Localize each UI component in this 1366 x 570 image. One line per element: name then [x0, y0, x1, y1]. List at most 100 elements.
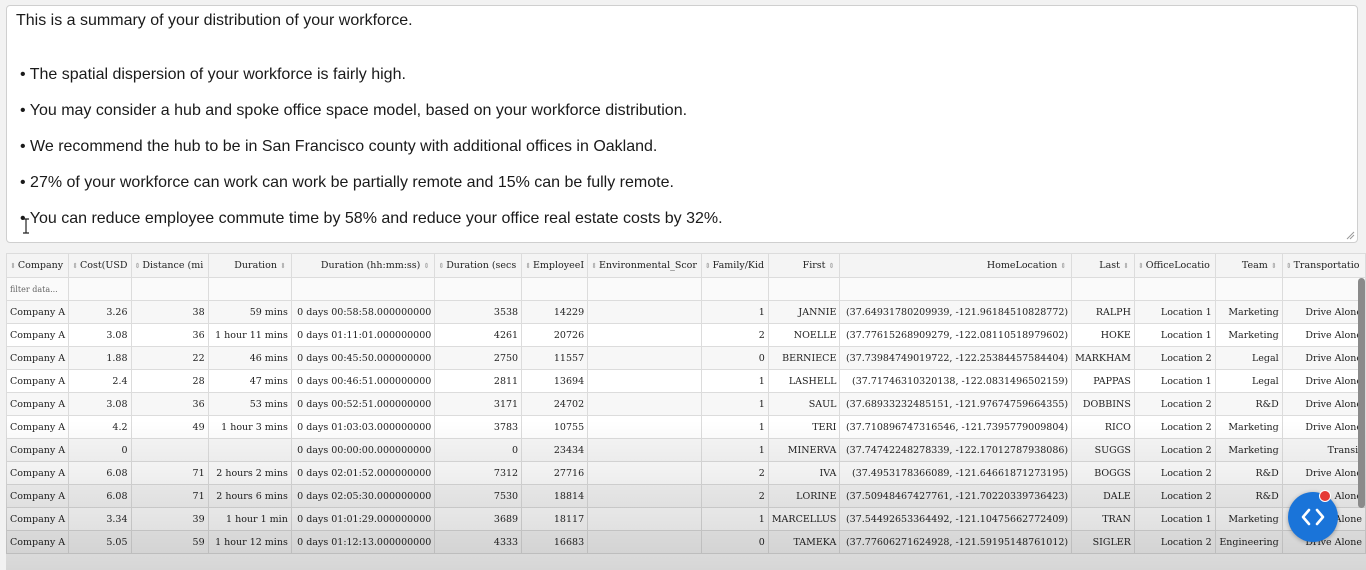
table-cell: 18117: [521, 507, 589, 531]
table-cell: 4333: [434, 530, 523, 554]
column-header[interactable]: Last ⇕: [1071, 253, 1135, 278]
table-cell: HOKE: [1071, 323, 1135, 347]
filter-input[interactable]: [207, 277, 292, 301]
table-cell: BERNIECE: [767, 346, 841, 370]
column-header[interactable]: Duration (hh:mm:ss) ⇕: [290, 253, 436, 278]
table-cell: 0 days 00:58:58.000000000: [290, 300, 436, 324]
table-cell: [130, 438, 209, 462]
table-cell: 3171: [434, 392, 523, 416]
filter-input[interactable]: [1214, 277, 1283, 301]
table-cell: Drive Alone: [1281, 415, 1366, 439]
table-cell: Legal: [1214, 369, 1283, 393]
table-cell: Company A: [6, 415, 70, 439]
sort-icon: ⇕: [1122, 262, 1129, 270]
table-cell: LASHELL: [767, 369, 841, 393]
column-header[interactable]: ⇕ Distance (mi: [130, 253, 209, 278]
sort-icon: ⇕: [828, 262, 835, 270]
column-header[interactable]: ⇕ EmployeeI: [521, 253, 589, 278]
sort-icon: ⇕: [134, 262, 141, 270]
column-header[interactable]: ⇕ Duration (secs: [434, 253, 523, 278]
table-cell: Company A: [6, 484, 70, 508]
table-cell: 0 days 00:45:50.000000000: [290, 346, 436, 370]
table-cell: TERI: [767, 415, 841, 439]
table-cell: 39: [130, 507, 209, 531]
column-header[interactable]: ⇕ Cost(USD: [68, 253, 132, 278]
table-cell: 59 mins: [207, 300, 292, 324]
table-cell: 22: [130, 346, 209, 370]
table-cell: (37.68933232485151, -121.97674759664355): [839, 392, 1073, 416]
table-cell: Marketing: [1214, 507, 1283, 531]
filter-input[interactable]: [700, 277, 769, 301]
summary-bullet: • You can reduce employee commute time b…: [20, 210, 723, 227]
table-cell: [587, 323, 702, 347]
filter-input[interactable]: [521, 277, 589, 301]
table-cell: [587, 300, 702, 324]
table-cell: Location 1: [1133, 323, 1216, 347]
table-cell: Location 2: [1133, 461, 1216, 485]
column-header[interactable]: ⇕ OfficeLocatio: [1133, 253, 1216, 278]
filter-input[interactable]: [587, 277, 702, 301]
column-header[interactable]: First ⇕: [767, 253, 841, 278]
table-cell: 0 days 00:46:51.000000000: [290, 369, 436, 393]
table-cell: Company A: [6, 461, 70, 485]
table-cell: LORINE: [767, 484, 841, 508]
column-header[interactable]: Duration ⇕: [207, 253, 292, 278]
table-cell: 13694: [521, 369, 589, 393]
filter-input[interactable]: [1281, 277, 1366, 301]
table-cell: 0: [68, 438, 132, 462]
column-header[interactable]: ⇕ Family/Kid: [700, 253, 769, 278]
table-cell: 23434: [521, 438, 589, 462]
filter-input[interactable]: [68, 277, 132, 301]
table-cell: 0 days 02:01:52.000000000: [290, 461, 436, 485]
table-cell: Legal: [1214, 346, 1283, 370]
header-row: ⇕ Company ⇕ Cost(USD ⇕ Distance (mi Duratio…: [6, 253, 1366, 278]
table-cell: 38: [130, 300, 209, 324]
table-cell: 36: [130, 323, 209, 347]
filter-input[interactable]: [130, 277, 209, 301]
table-cell: Marketing: [1214, 323, 1283, 347]
table-cell: (37.710896747316546, -121.7395779009804): [839, 415, 1073, 439]
column-header[interactable]: Team ⇕: [1214, 253, 1283, 278]
sort-icon: ⇕: [438, 262, 445, 270]
filter-input[interactable]: [1071, 277, 1135, 301]
table-cell: Location 2: [1133, 392, 1216, 416]
column-header[interactable]: ⇕ Company: [6, 253, 70, 278]
sort-icon: ⇕: [1137, 262, 1144, 270]
column-header[interactable]: HomeLocation ⇕: [839, 253, 1073, 278]
table-cell: 1 hour 1 min: [207, 507, 292, 531]
column-header[interactable]: ⇕ Transportatio: [1281, 253, 1366, 278]
sort-icon: ⇕: [1270, 262, 1277, 270]
table-cell: 11557: [521, 346, 589, 370]
filter-input[interactable]: [1133, 277, 1216, 301]
sort-icon: ⇕: [525, 262, 531, 270]
vertical-scrollbar[interactable]: [1358, 278, 1365, 508]
summary-textarea[interactable]: This is a summary of your distribution o…: [6, 5, 1358, 243]
table-cell: [587, 369, 702, 393]
table-cell: Company A: [6, 392, 70, 416]
table-cell: MINERVA: [767, 438, 841, 462]
code-toggle-button[interactable]: [1288, 492, 1338, 542]
table-cell: 6.08: [68, 461, 132, 485]
filter-input[interactable]: [434, 277, 523, 301]
table-cell: Drive Alone: [1281, 369, 1366, 393]
filter-input[interactable]: [839, 277, 1073, 301]
table-cell: 2.4: [68, 369, 132, 393]
table-cell: 36: [130, 392, 209, 416]
filter-input[interactable]: filter data...: [6, 277, 70, 301]
table-cell: Marketing: [1214, 300, 1283, 324]
table-cell: 2: [700, 323, 769, 347]
table-cell: 0: [434, 438, 523, 462]
table-cell: R&D: [1214, 461, 1283, 485]
table-cell: 3.08: [68, 323, 132, 347]
table-cell: 14229: [521, 300, 589, 324]
table-cell: Location 2: [1133, 484, 1216, 508]
table-cell: Company A: [6, 530, 70, 554]
table-cell: 3.34: [68, 507, 132, 531]
column-header[interactable]: ⇕ Environmental_Scor: [587, 253, 702, 278]
filter-input[interactable]: [767, 277, 841, 301]
resize-grip-icon[interactable]: [1346, 231, 1355, 240]
table-cell: Company A: [6, 323, 70, 347]
table-cell: 4261: [434, 323, 523, 347]
filter-input[interactable]: [290, 277, 436, 301]
table-cell: 18814: [521, 484, 589, 508]
